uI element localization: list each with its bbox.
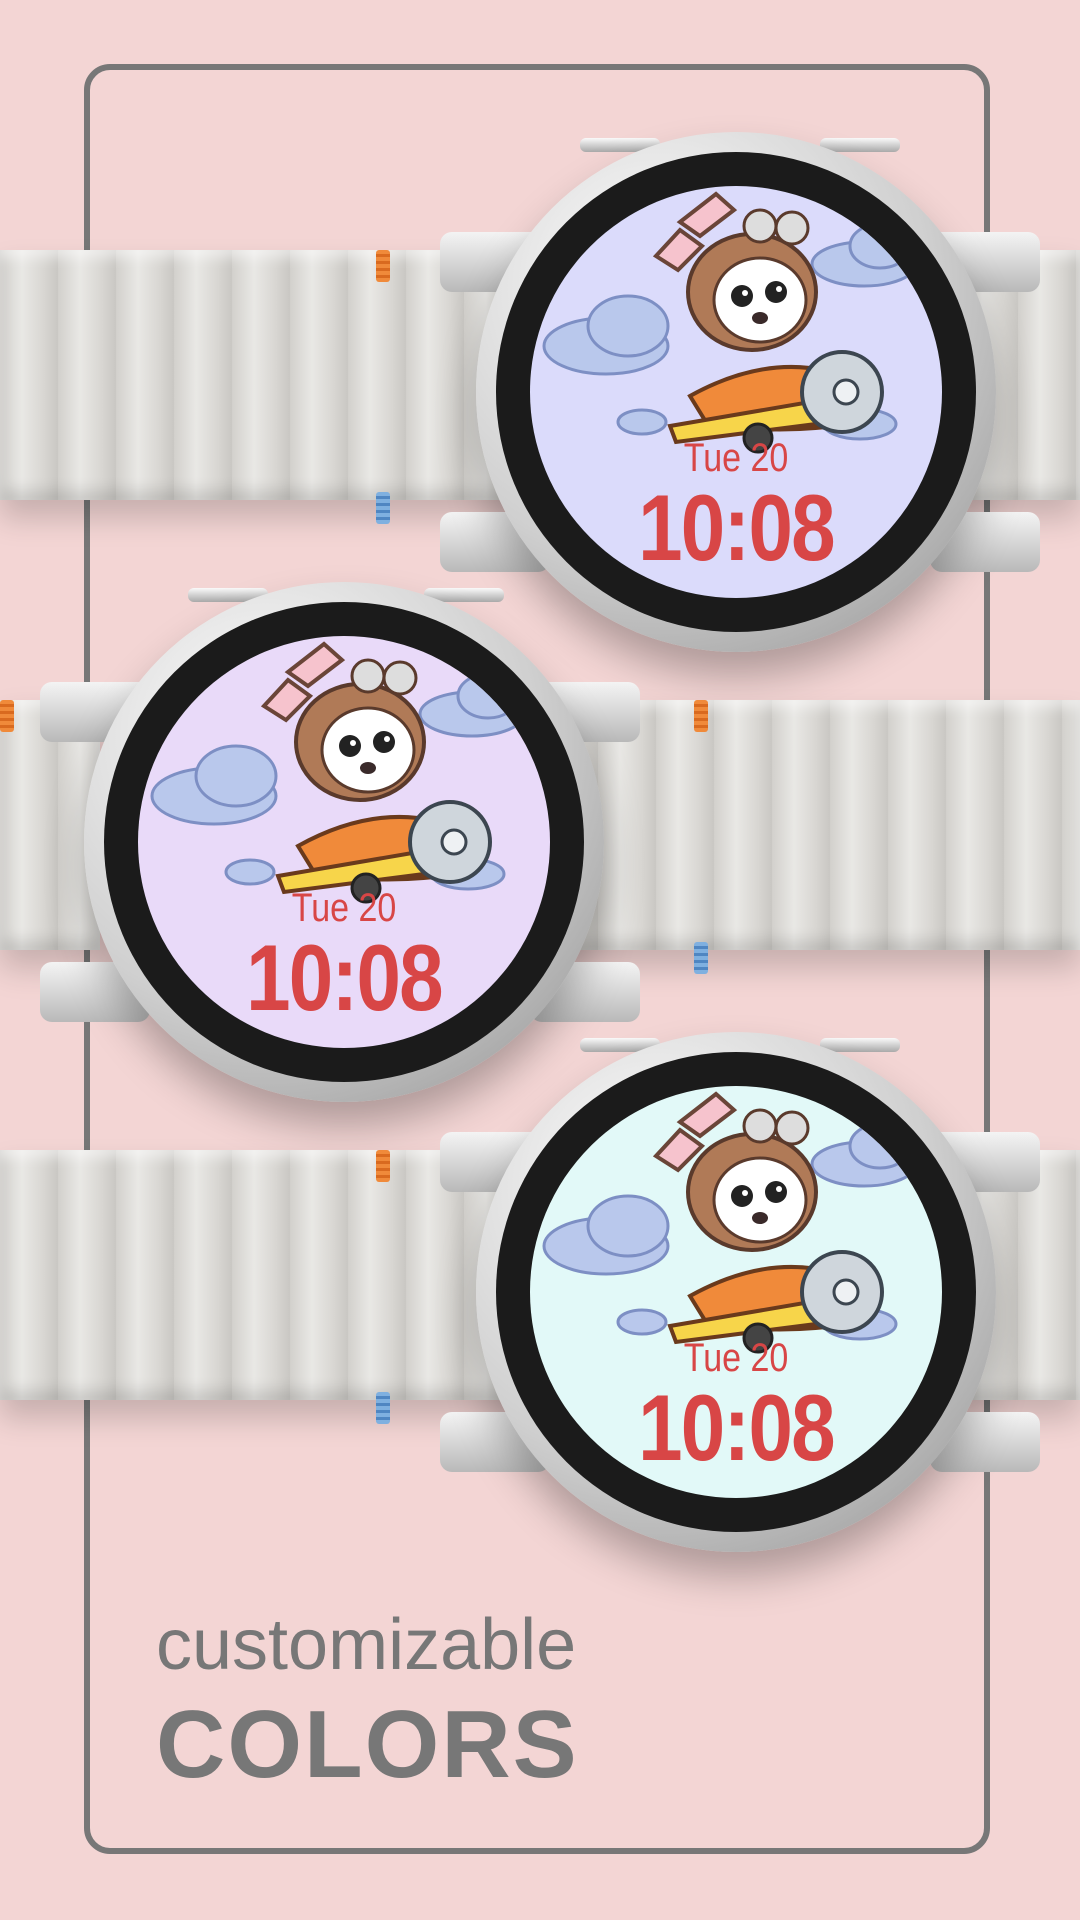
strap-loop <box>694 942 708 974</box>
strap-loop <box>376 250 390 282</box>
caption-title: COLORS <box>156 1691 579 1798</box>
watch-bezel: Tue 20 10:08 <box>496 152 976 632</box>
watch-time: 10:08 <box>638 1375 836 1480</box>
watch-1: Tue 20 10:08 <box>0 112 1080 652</box>
strap-loop <box>0 700 14 732</box>
strap-loop <box>376 1392 390 1424</box>
watch-bezel: Tue 20 10:08 <box>496 1052 976 1532</box>
strap-loop <box>376 1150 390 1182</box>
strap-loop <box>376 492 390 524</box>
watch-case: Tue 20 10:08 <box>476 1032 996 1552</box>
watch-bezel: Tue 20 10:08 <box>104 602 584 1082</box>
watch-face[interactable]: Tue 20 10:08 <box>530 186 942 598</box>
watch-3: Tue 20 10:08 <box>0 1012 1080 1552</box>
watch-face[interactable]: Tue 20 10:08 <box>138 636 550 1048</box>
watch-2: Tue 20 10:08 <box>0 562 1080 1102</box>
strap-loop <box>694 700 708 732</box>
watch-face[interactable]: Tue 20 10:08 <box>530 1086 942 1498</box>
caption-subtitle: customizable <box>156 1605 577 1685</box>
